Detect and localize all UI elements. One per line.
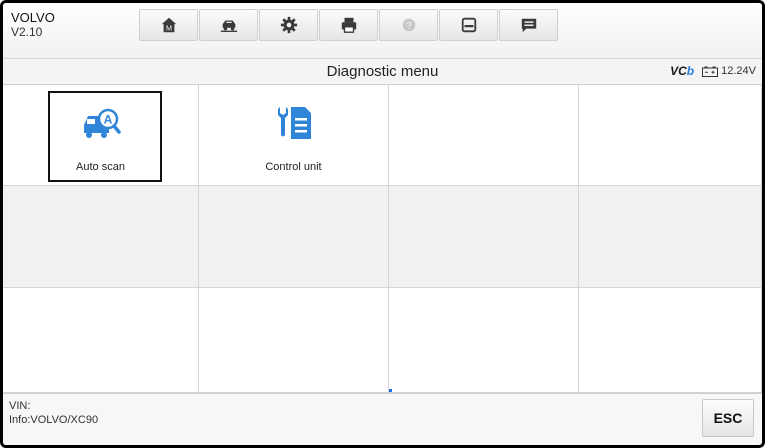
empty-tile bbox=[3, 186, 199, 288]
function-label: Auto scan bbox=[76, 161, 125, 173]
vci-logo-suffix: b bbox=[686, 64, 695, 78]
empty-tile bbox=[579, 288, 762, 393]
home-icon: M bbox=[161, 17, 176, 32]
battery-icon bbox=[702, 66, 719, 77]
header: VOLVO V2.10 M ? bbox=[3, 3, 762, 59]
empty-tile bbox=[579, 186, 762, 288]
app-version: V2.10 bbox=[11, 25, 43, 39]
toolbar: M ? bbox=[139, 9, 559, 41]
function-tile-control-unit[interactable]: Control unit bbox=[199, 85, 389, 186]
control-unit-icon bbox=[277, 107, 311, 139]
empty-tile bbox=[579, 85, 762, 186]
message-button[interactable] bbox=[499, 9, 558, 41]
empty-tile bbox=[199, 186, 389, 288]
function-grid: A Auto scan Control unit bbox=[3, 85, 762, 393]
voltage-reading: 12.24V bbox=[721, 65, 756, 77]
vehicle-info-label: Info:VOLVO/XC90 bbox=[9, 414, 99, 426]
app-name: VOLVO bbox=[11, 10, 55, 25]
esc-button[interactable]: ESC bbox=[702, 399, 754, 437]
message-icon bbox=[521, 18, 536, 33]
vin-label: VIN: bbox=[9, 400, 31, 412]
title-bar: Diagnostic menu VCb 12.24V bbox=[3, 59, 762, 85]
car-scan-icon: A bbox=[83, 108, 121, 138]
empty-tile bbox=[3, 288, 199, 393]
help-icon: ? bbox=[402, 18, 415, 32]
help-button[interactable]: ? bbox=[379, 9, 438, 41]
empty-tile bbox=[389, 186, 579, 288]
vehicle-swap-button[interactable] bbox=[199, 9, 258, 41]
page-indicator-dot bbox=[389, 389, 392, 392]
function-tile-auto-scan[interactable]: A Auto scan bbox=[3, 85, 199, 186]
home-button[interactable]: M bbox=[139, 9, 198, 41]
vci-status: VCb 12.24V bbox=[670, 64, 756, 78]
printer-icon bbox=[341, 17, 356, 33]
empty-tile bbox=[389, 85, 579, 186]
svg-text:A: A bbox=[103, 113, 112, 127]
save-button[interactable] bbox=[439, 9, 498, 41]
vci-logo-prefix: VC bbox=[670, 64, 687, 78]
function-label: Control unit bbox=[265, 161, 322, 173]
print-button[interactable] bbox=[319, 9, 378, 41]
empty-tile bbox=[199, 288, 389, 393]
vci-logo: VCb bbox=[670, 64, 694, 78]
gear-icon bbox=[280, 16, 297, 34]
settings-button[interactable] bbox=[259, 9, 318, 41]
app-window: VOLVO V2.10 M ? Diagnostic menu VCb 12.2… bbox=[0, 0, 765, 448]
svg-text:?: ? bbox=[406, 21, 411, 31]
svg-text:M: M bbox=[166, 23, 172, 32]
save-icon bbox=[461, 17, 476, 33]
empty-tile bbox=[389, 288, 579, 393]
vehicle-swap-icon bbox=[220, 20, 237, 32]
footer: VIN: Info:VOLVO/XC90 ESC bbox=[3, 393, 762, 445]
page-title: Diagnostic menu bbox=[326, 63, 439, 80]
